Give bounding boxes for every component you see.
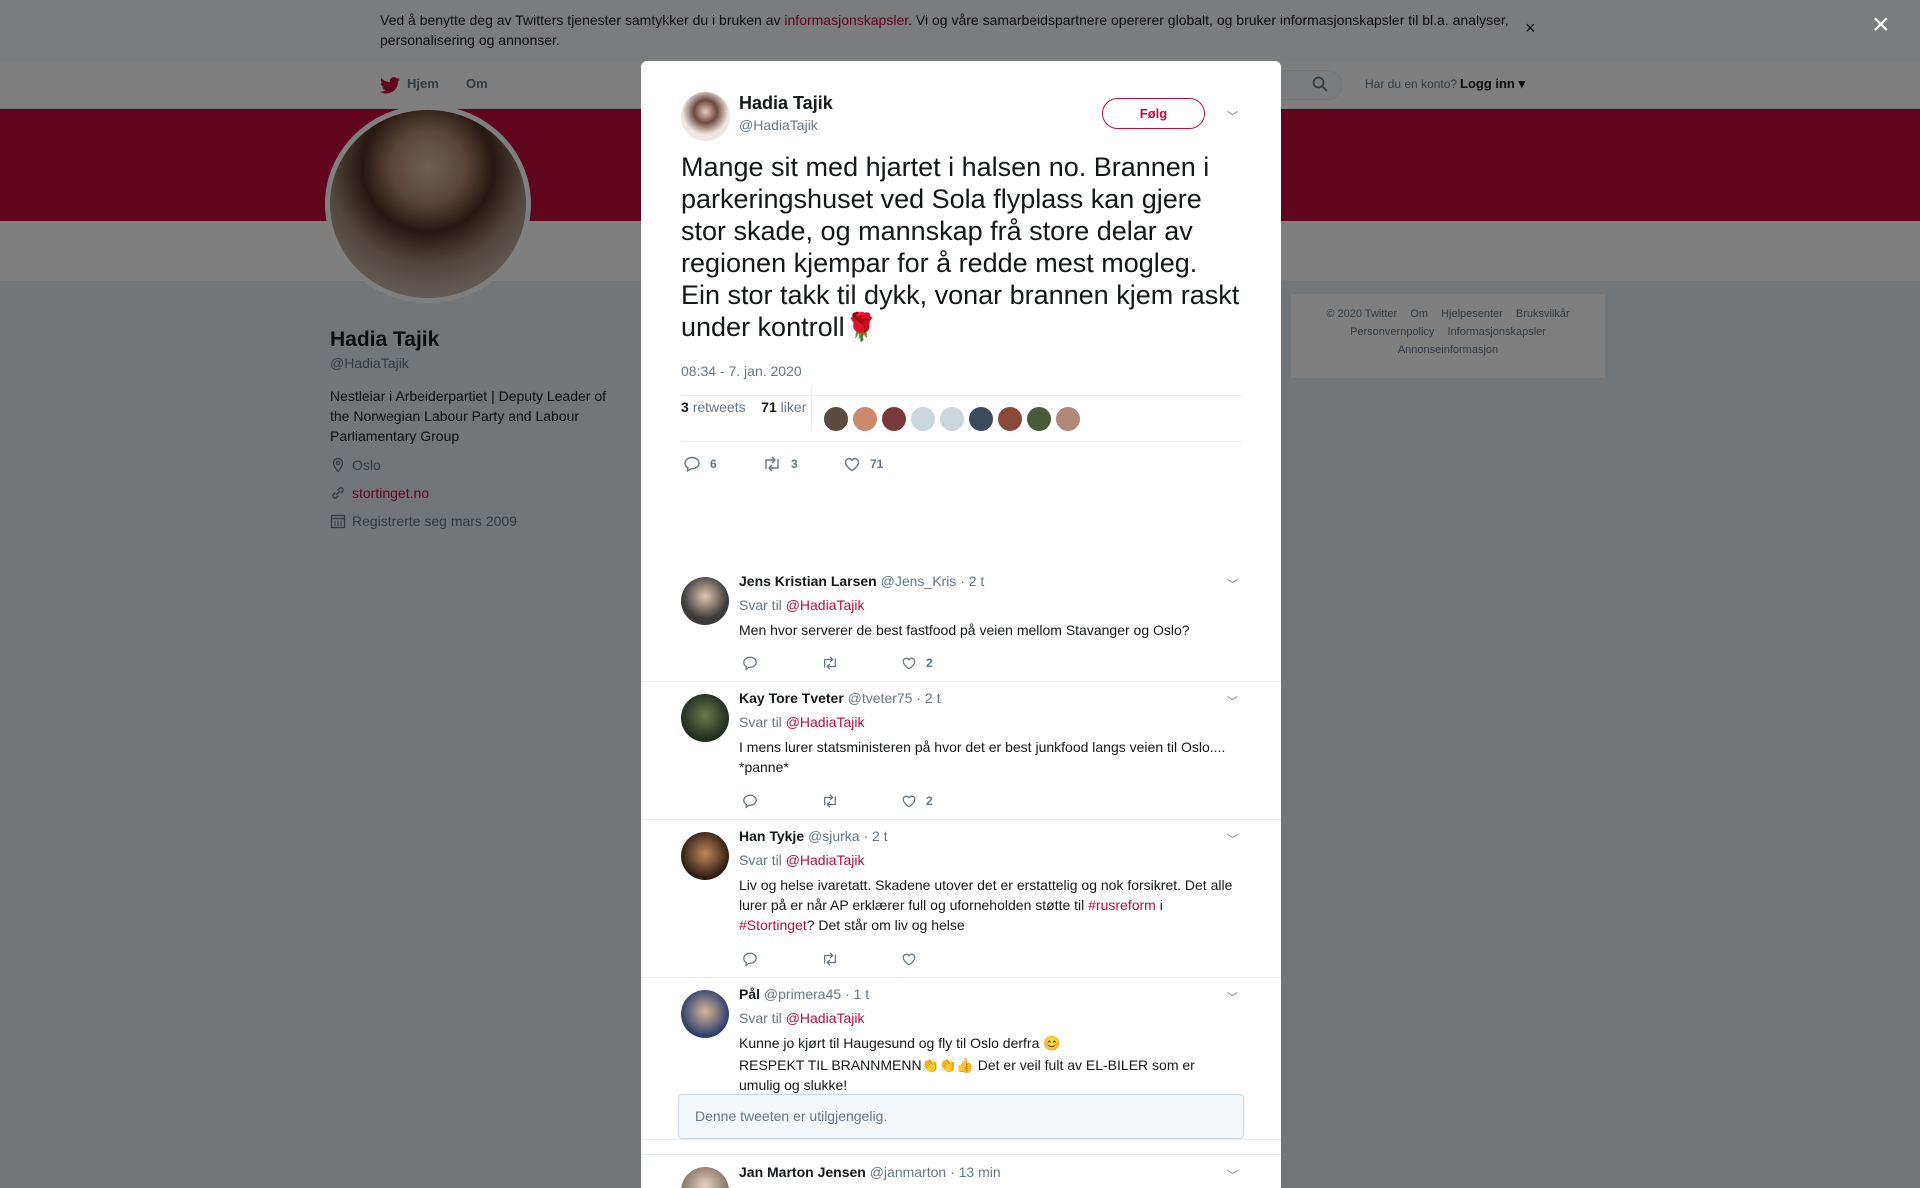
liker-avatar[interactable]: [852, 406, 878, 432]
reply-icon[interactable]: [742, 951, 758, 967]
reply-avatar[interactable]: [681, 577, 729, 625]
liker-avatar[interactable]: [1055, 406, 1081, 432]
reply-item[interactable]: Kay Tore Tveter @tveter75 · 2 t ﹀ Svar t…: [641, 681, 1281, 819]
retweet-icon[interactable]: [821, 793, 839, 809]
unavailable-tweet: Denne tweeten er utilgjengelig.: [678, 1094, 1244, 1139]
liker-avatar[interactable]: [823, 406, 849, 432]
reply-item[interactable]: Han Tykje @sjurka · 2 t ﹀ Svar til @Hadi…: [641, 819, 1281, 977]
tweet-timestamp[interactable]: 08:34 - 7. jan. 2020: [681, 363, 802, 379]
heart-icon[interactable]: [901, 793, 917, 809]
like-action[interactable]: [901, 951, 917, 967]
reply-icon[interactable]: [742, 793, 758, 809]
reply-item[interactable]: Jan Marton Jensen @janmarton · 13 min ﹀: [641, 1154, 1281, 1188]
author-avatar[interactable]: [681, 92, 730, 141]
likes-stat[interactable]: 71 liker: [761, 399, 806, 415]
hashtag-link[interactable]: #rusreform: [1088, 897, 1156, 913]
divider: [641, 1139, 1281, 1140]
reply-text: I mens lurer statsministeren på hvor det…: [739, 739, 1226, 775]
reply-text: Liv og helse ivaretatt. Skadene utover d…: [739, 877, 1233, 933]
close-overlay-button[interactable]: ×: [1872, 10, 1890, 40]
reply-to: Svar til @HadiaTajik: [739, 852, 865, 868]
reply-action[interactable]: [742, 793, 758, 809]
retweet-action[interactable]: 3: [762, 455, 798, 473]
reply-text: Kunne jo kjørt til Haugesund og fly til …: [739, 1035, 1195, 1093]
like-action[interactable]: 2: [901, 655, 933, 671]
reply-header[interactable]: Pål @primera45 · 1 t: [739, 986, 869, 1002]
retweet-action[interactable]: [821, 655, 839, 671]
divider: [681, 395, 1241, 396]
rose-emoji: 🌹: [844, 312, 879, 342]
reply-item[interactable]: Jens Kristian Larsen @Jens_Kris · 2 t ﹀ …: [641, 501, 1281, 681]
liker-avatar[interactable]: [1026, 406, 1052, 432]
chevron-down-icon[interactable]: ﹀: [1227, 1167, 1238, 1183]
reply-avatar[interactable]: [681, 694, 729, 742]
author-name[interactable]: Hadia Tajik: [739, 93, 833, 114]
retweet-icon[interactable]: [821, 951, 839, 967]
tweet-text: Mange sit med hjartet i halsen no. Brann…: [681, 152, 1240, 342]
reply-header[interactable]: Han Tykje @sjurka · 2 t: [739, 828, 888, 844]
reply-action[interactable]: [742, 655, 758, 671]
reply-icon[interactable]: [683, 455, 701, 473]
heart-icon[interactable]: [843, 455, 861, 473]
retweet-action[interactable]: [821, 793, 839, 809]
reply-icon[interactable]: [742, 655, 758, 671]
chevron-down-icon[interactable]: ﹀: [1227, 693, 1238, 709]
stats-separator: [811, 386, 812, 431]
chevron-down-icon[interactable]: ﹀: [1227, 989, 1238, 1005]
reply-action[interactable]: [742, 951, 758, 967]
liker-avatar[interactable]: [881, 406, 907, 432]
liker-avatar[interactable]: [910, 406, 936, 432]
reply-text: Men hvor serverer de best fastfood på ve…: [739, 622, 1190, 638]
reply-avatar[interactable]: [681, 990, 729, 1038]
retweet-icon[interactable]: [762, 455, 782, 473]
chevron-down-icon[interactable]: ﹀: [1227, 831, 1238, 847]
reply-header[interactable]: Kay Tore Tveter @tveter75 · 2 t: [739, 690, 941, 706]
retweet-action[interactable]: [821, 951, 839, 967]
reply-to: Svar til @HadiaTajik: [739, 714, 865, 730]
chevron-down-icon[interactable]: ﹀: [1227, 108, 1238, 124]
like-action[interactable]: 71: [843, 455, 883, 473]
like-action[interactable]: 2: [901, 793, 933, 809]
reply-action[interactable]: 6: [683, 455, 717, 473]
reply-to: Svar til @HadiaTajik: [739, 1010, 865, 1026]
hashtag-link[interactable]: #Stortinget: [739, 917, 807, 933]
tweet-stats: 3 retweets 71 liker: [681, 399, 806, 415]
chevron-down-icon[interactable]: ﹀: [1227, 576, 1238, 592]
liker-avatar[interactable]: [997, 406, 1023, 432]
liker-avatar[interactable]: [968, 406, 994, 432]
heart-icon[interactable]: [901, 951, 917, 967]
heart-icon[interactable]: [901, 655, 917, 671]
divider: [681, 441, 1241, 442]
retweet-icon[interactable]: [821, 655, 839, 671]
follow-button[interactable]: Følg: [1102, 98, 1205, 129]
author-handle[interactable]: @HadiaTajik: [739, 117, 818, 133]
reply-header[interactable]: Jan Marton Jensen @janmarton · 13 min: [739, 1164, 1001, 1180]
retweets-stat[interactable]: 3 retweets: [681, 399, 746, 415]
reply-avatar[interactable]: [681, 1167, 729, 1188]
liker-avatar[interactable]: [939, 406, 965, 432]
reply-header[interactable]: Jens Kristian Larsen @Jens_Kris · 2 t: [739, 573, 984, 589]
reply-to: Svar til @HadiaTajik: [739, 597, 865, 613]
reply-avatar[interactable]: [681, 832, 729, 880]
tweet-modal: Hadia Tajik @HadiaTajik Følg ﹀ Mange sit…: [641, 61, 1281, 1188]
